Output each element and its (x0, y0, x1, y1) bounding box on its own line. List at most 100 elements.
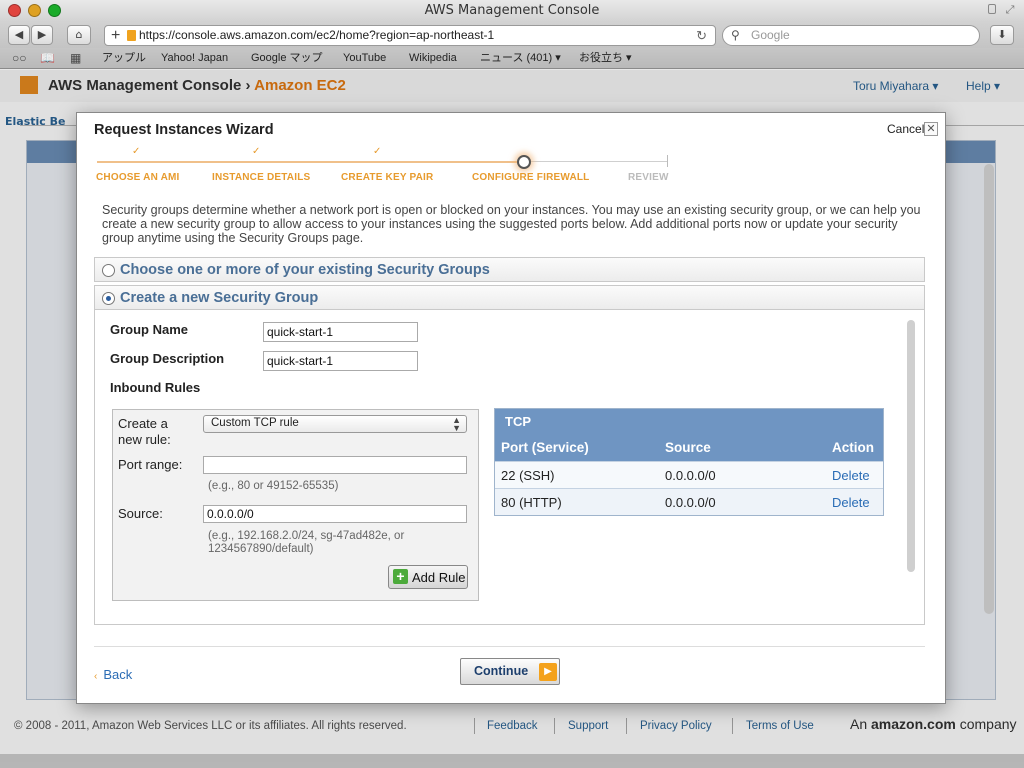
step-review: REVIEW (628, 172, 669, 183)
intro-text: Security groups determine whether a netw… (102, 203, 921, 245)
downloads-button[interactable]: ⬇ (990, 25, 1014, 45)
top-sites-icon[interactable]: ▦ (70, 48, 81, 69)
select-arrows-icon: ▲ ▼ (452, 415, 461, 433)
back-nav-button[interactable]: ◀ (8, 25, 30, 45)
create-rule-label-1: Create a (118, 416, 168, 431)
inbound-rules-label: Inbound Rules (110, 380, 201, 395)
new-rule-panel: Create a new rule: Custom TCP rule ▲ ▼ Po… (112, 409, 479, 601)
minimize-window-button[interactable] (28, 4, 41, 17)
row-port: 22 (SSH) (501, 468, 555, 483)
delete-rule-link[interactable]: Delete (832, 495, 870, 510)
continue-button[interactable]: Continue ▶ (460, 658, 560, 685)
step-configure-firewall: CONFIGURE FIREWALL (472, 172, 590, 183)
reload-icon[interactable]: ↻ (696, 26, 707, 45)
address-bar[interactable]: + https://console.aws.amazon.com/ec2/hom… (104, 25, 716, 46)
url-text: https://console.aws.amazon.com/ec2/home?… (139, 28, 495, 42)
step-instance-details: INSTANCE DETAILS (212, 172, 311, 183)
option-existing-security-groups[interactable]: Choose one or more of your existing Secu… (94, 257, 925, 282)
delete-rule-link[interactable]: Delete (832, 468, 870, 483)
chevron-left-icon: ‹ (94, 671, 98, 682)
wizard-progress-remaining (531, 161, 668, 162)
bookmark-favorites[interactable]: お役立ち ▾ (579, 48, 632, 69)
bookmarks-icon[interactable]: 📖 (40, 48, 55, 69)
group-name-input[interactable] (263, 322, 418, 342)
col-port-service: Port (Service) (501, 440, 589, 455)
home-icon: ⌂ (75, 28, 83, 41)
fullscreen-icon[interactable]: ⤢ (1004, 4, 1016, 16)
tcp-caption: TCP (505, 414, 531, 429)
radio-new[interactable] (102, 292, 115, 305)
favicon-icon (127, 30, 136, 41)
close-window-button[interactable] (8, 4, 21, 17)
search-icon: ⚲ (731, 28, 740, 42)
port-range-hint: (e.g., 80 or 49152-65535) (208, 480, 339, 492)
wizard-progress-end (667, 155, 668, 167)
bookmark-wikipedia[interactable]: Wikipedia (409, 48, 457, 69)
step-choose-ami: CHOOSE AN AMI (96, 172, 180, 183)
window-title: AWS Management Console (424, 3, 600, 18)
footer-divider (94, 646, 925, 647)
add-rule-label: Add Rule (412, 570, 466, 585)
step-check-icon: ✓ (252, 146, 261, 157)
new-security-group-form: Group Name Group Description Inbound Rul… (94, 310, 925, 625)
col-source: Source (665, 440, 711, 455)
row-source: 0.0.0.0/0 (665, 495, 716, 510)
table-row: 22 (SSH) 0.0.0.0/0 Delete (495, 461, 883, 488)
add-rule-button[interactable]: + Add Rule (388, 565, 468, 589)
request-instances-wizard: Request Instances Wizard Cancel ✕ ✓ ✓ ✓ … (76, 112, 946, 704)
home-button[interactable]: ⌂ (67, 25, 91, 45)
group-description-input[interactable] (263, 351, 418, 371)
close-icon[interactable]: ✕ (924, 122, 938, 136)
bookmark-yahoo-japan[interactable]: Yahoo! Japan (161, 48, 228, 69)
bookmark-youtube[interactable]: YouTube (343, 48, 386, 69)
current-step-marker (517, 155, 531, 169)
form-scrollbar[interactable] (907, 320, 915, 572)
arrow-right-icon: ▶ (539, 663, 557, 681)
step-check-icon: ✓ (132, 146, 141, 157)
option-existing-label: Choose one or more of your existing Secu… (120, 262, 490, 278)
cancel-link[interactable]: Cancel (887, 122, 924, 136)
wizard-title: Request Instances Wizard (94, 122, 274, 138)
bookmark-favorites-label: お役立ち (579, 52, 623, 64)
group-name-label: Group Name (110, 322, 189, 337)
port-range-label: Port range: (118, 457, 183, 472)
reading-list-icon[interactable]: ○○ (12, 48, 27, 69)
row-port: 80 (HTTP) (501, 495, 562, 510)
source-label: Source: (118, 506, 163, 521)
bookmark-apple[interactable]: アップル (102, 48, 146, 69)
search-placeholder: Google (751, 28, 790, 42)
tcp-rules-table: TCP Port (Service) Source Action 22 (SSH… (494, 408, 884, 516)
create-rule-label-2: new rule: (118, 432, 171, 447)
option-new-label: Create a new Security Group (120, 290, 319, 306)
row-source: 0.0.0.0/0 (665, 468, 716, 483)
search-input[interactable]: ⚲ Google (722, 25, 980, 46)
back-link[interactable]: ‹ Back (94, 667, 132, 682)
source-input[interactable] (203, 505, 467, 523)
col-action: Action (832, 440, 874, 455)
step-check-icon: ✓ (373, 146, 382, 157)
add-bookmark-icon[interactable]: + (111, 26, 120, 45)
port-range-input[interactable] (203, 456, 467, 474)
option-new-security-group[interactable]: Create a new Security Group (94, 285, 925, 310)
source-hint-line-2: 1234567890/default) (208, 543, 314, 555)
continue-label: Continue (474, 664, 529, 678)
back-label: Back (103, 667, 133, 682)
rule-type-value: Custom TCP rule (211, 417, 299, 429)
bookmarks-bar: ○○ 📖 ▦ アップル Yahoo! Japan Google マップ YouT… (0, 48, 1024, 69)
radio-existing[interactable] (102, 264, 115, 277)
add-icon: + (393, 569, 408, 584)
table-row: 80 (HTTP) 0.0.0.0/0 Delete (495, 488, 883, 515)
lock-icon (988, 4, 996, 14)
source-hint-line-1: (e.g., 192.168.2.0/24, sg-47ad482e, or (208, 530, 405, 542)
download-icon: ⬇ (997, 28, 1007, 41)
bookmark-news[interactable]: ニュース (401) ▾ (480, 48, 561, 69)
bookmark-news-label: ニュース (401) (480, 52, 553, 64)
tcp-table-header: TCP Port (Service) Source Action (495, 409, 883, 461)
wizard-progress-done (97, 161, 519, 163)
step-create-key-pair: CREATE KEY PAIR (341, 172, 434, 183)
zoom-window-button[interactable] (48, 4, 61, 17)
forward-nav-button[interactable]: ▶ (31, 25, 53, 45)
rule-type-select[interactable]: Custom TCP rule ▲ ▼ (203, 415, 467, 433)
browser-toolbar: ◀ ▶ ⌂ + https://console.aws.amazon.com/e… (0, 22, 1024, 48)
bookmark-google-maps[interactable]: Google マップ (251, 48, 323, 69)
